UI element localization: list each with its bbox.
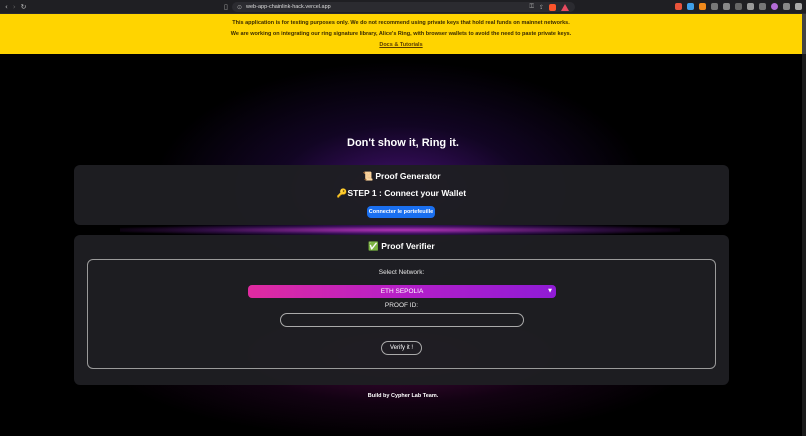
page-title: Don't show it, Ring it. bbox=[347, 137, 459, 149]
proof-id-label: PROOF ID: bbox=[384, 302, 419, 309]
nav-buttons: ‹ › ↻ bbox=[0, 3, 60, 11]
extension-icon[interactable] bbox=[687, 3, 694, 10]
share-icon[interactable]: ⇪ bbox=[539, 4, 544, 11]
proof-id-input[interactable] bbox=[280, 313, 524, 327]
reload-icon[interactable]: ↻ bbox=[21, 3, 27, 11]
page-scrollbar[interactable] bbox=[802, 14, 806, 436]
connect-wallet-button[interactable]: Connecter le portefeuille bbox=[367, 206, 435, 218]
proof-verifier-title: ✅ Proof Verifier bbox=[368, 241, 435, 251]
verify-button[interactable]: Verify it ! bbox=[381, 341, 422, 355]
menu-icon[interactable] bbox=[795, 3, 802, 10]
banner-line-2: We are working on integrating our ring s… bbox=[230, 31, 572, 37]
back-icon[interactable]: ‹ bbox=[5, 3, 8, 11]
step-1-label: 🔑STEP 1 : Connect your Wallet bbox=[336, 188, 467, 198]
download-icon[interactable] bbox=[735, 3, 742, 10]
profile-avatar[interactable] bbox=[771, 3, 778, 10]
address-bar[interactable]: ⊙ web-app-chainlink-hack.vercel.app ⚿ ⇪ bbox=[232, 2, 575, 12]
extension-icon[interactable] bbox=[675, 3, 682, 10]
extension-icon[interactable] bbox=[711, 3, 718, 10]
docs-tutorials-link[interactable]: Docs & Tutorials bbox=[0, 42, 802, 48]
browser-toolbar: ‹ › ↻ ▯ ⊙ web-app-chainlink-hack.vercel.… bbox=[0, 0, 806, 14]
sidebar-icon[interactable] bbox=[759, 3, 766, 10]
site-info-icon[interactable]: ⊙ bbox=[237, 4, 242, 11]
extension-icon[interactable] bbox=[723, 3, 730, 10]
brave-shield-icon[interactable] bbox=[549, 3, 556, 11]
scrollbar-thumb[interactable] bbox=[802, 14, 806, 54]
forward-icon[interactable]: › bbox=[13, 3, 16, 11]
bookmark-icon[interactable]: ▯ bbox=[224, 3, 228, 11]
brave-rewards-icon[interactable] bbox=[561, 3, 569, 11]
proof-generator-card: 📜 Proof Generator 🔑STEP 1 : Connect your… bbox=[74, 165, 729, 225]
select-network-label: Select Network: bbox=[378, 269, 425, 276]
network-selected-value: ETH SEPOLIA bbox=[380, 288, 424, 295]
chevron-down-icon: ▼ bbox=[548, 288, 552, 294]
wallet-icon[interactable] bbox=[783, 3, 790, 10]
footer-credit: Build by Cypher Lab Team. bbox=[367, 393, 439, 399]
proof-generator-title: 📜 Proof Generator bbox=[362, 171, 441, 181]
key-icon[interactable]: ⚿ bbox=[529, 3, 534, 11]
address-bar-actions: ⚿ ⇪ bbox=[529, 3, 575, 11]
background-glow-line bbox=[120, 225, 680, 235]
network-select[interactable]: ETH SEPOLIA ▼ bbox=[248, 285, 556, 298]
banner-line-1: This application is for testing purposes… bbox=[232, 20, 570, 26]
metamask-icon[interactable] bbox=[699, 3, 706, 10]
url-text[interactable]: web-app-chainlink-hack.vercel.app bbox=[246, 4, 331, 10]
proof-verifier-card: ✅ Proof Verifier Select Network: ETH SEP… bbox=[74, 235, 729, 385]
testing-warning-banner: This application is for testing purposes… bbox=[0, 14, 802, 54]
extension-icons bbox=[675, 3, 802, 10]
verifier-form: Select Network: ETH SEPOLIA ▼ PROOF ID: … bbox=[87, 259, 716, 369]
extensions-puzzle-icon[interactable] bbox=[747, 3, 754, 10]
